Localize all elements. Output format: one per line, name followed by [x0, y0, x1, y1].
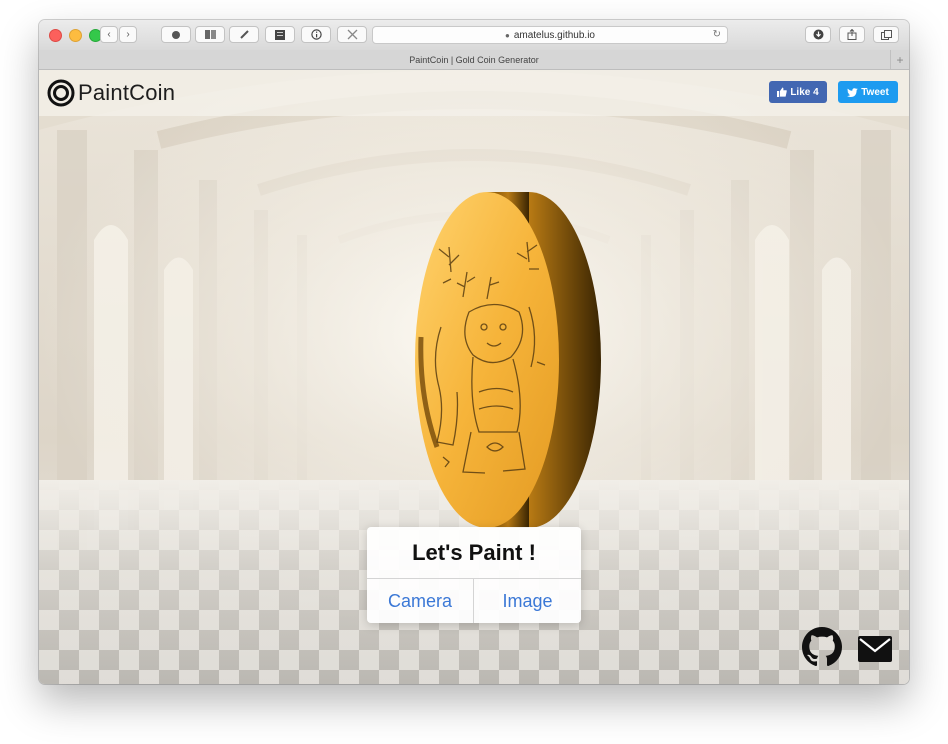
close-window-button[interactable]: [49, 29, 62, 42]
like-label: Like 4: [790, 86, 819, 98]
address-text: amatelus.github.io: [513, 29, 595, 41]
brand-name: PaintCoin: [78, 80, 176, 105]
tweet-label: Tweet: [861, 86, 889, 98]
download-button[interactable]: [805, 26, 831, 43]
wrench-icon: [347, 29, 357, 40]
info-extension-button[interactable]: [301, 26, 331, 43]
reader-extension-button[interactable]: [195, 26, 225, 43]
tab-bar: PaintCoin | Gold Coin Generator +: [39, 50, 909, 70]
download-icon: [813, 29, 823, 40]
tweet-button[interactable]: Tweet: [838, 81, 898, 103]
note-icon: [275, 29, 285, 40]
info-icon: [310, 29, 322, 40]
gold-coin-3d: [415, 192, 601, 528]
forward-button[interactable]: ›: [119, 26, 137, 43]
github-icon[interactable]: [802, 627, 842, 667]
window-controls: [49, 29, 102, 42]
book-icon: [204, 30, 216, 39]
reload-icon[interactable]: ↻: [713, 29, 721, 40]
new-tab-button[interactable]: +: [890, 50, 909, 69]
chevron-right-icon: ›: [126, 29, 130, 40]
paintcoin-logo-icon: [47, 79, 75, 107]
tools-extension-button[interactable]: [337, 26, 367, 43]
back-button[interactable]: ‹: [100, 26, 118, 43]
address-bar[interactable]: ● amatelus.github.io ↻: [372, 26, 728, 44]
twitter-bird-icon: [847, 87, 858, 97]
share-button[interactable]: [839, 26, 865, 43]
site-header: PaintCoin Like 4 Tweet: [39, 70, 909, 116]
page-content: PaintCoin Like 4 Tweet Let's Paint ! Cam…: [39, 70, 909, 684]
brand[interactable]: PaintCoin: [47, 79, 175, 107]
share-icon: [847, 29, 857, 40]
panel-title: Let's Paint !: [367, 527, 581, 579]
shield-icon: [172, 30, 180, 39]
link-extension-button[interactable]: [229, 26, 259, 43]
camera-button[interactable]: Camera: [367, 579, 474, 623]
facebook-like-button[interactable]: Like 4: [769, 81, 827, 103]
tab-title[interactable]: PaintCoin | Gold Coin Generator: [409, 55, 538, 65]
browser-toolbar: ‹ › ● amatelus.github.io ↻: [39, 20, 909, 51]
link-icon: [239, 30, 249, 39]
browser-window: ‹ › ● amatelus.github.io ↻ PaintCoin | G…: [39, 20, 909, 684]
notes-extension-button[interactable]: [265, 26, 295, 43]
paint-panel: Let's Paint ! Camera Image: [367, 527, 581, 623]
shield-extension-button[interactable]: [161, 26, 191, 43]
chevron-left-icon: ‹: [107, 29, 111, 40]
image-button[interactable]: Image: [474, 579, 581, 623]
mail-icon[interactable]: [858, 636, 892, 662]
lock-icon: ●: [504, 30, 510, 40]
tabs-icon: [880, 29, 892, 40]
minimize-window-button[interactable]: [69, 29, 82, 42]
thumbs-up-icon: [777, 87, 788, 97]
tabs-overview-button[interactable]: [873, 26, 899, 43]
